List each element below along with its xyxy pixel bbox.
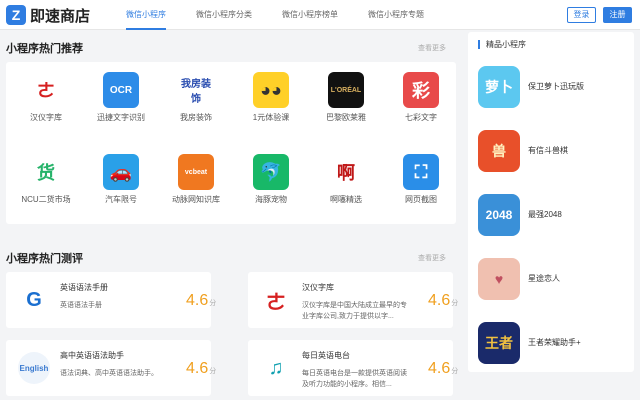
- app-name: 啊噻精选: [330, 195, 362, 204]
- dolphin-icon: 🐬: [253, 154, 289, 190]
- review-score: 4.6分: [428, 292, 458, 310]
- hot-see-more-link[interactable]: 查看更多: [418, 43, 446, 53]
- nav-tab-topics[interactable]: 微信小程序专题: [368, 0, 424, 30]
- score-value: 4.6: [186, 360, 209, 377]
- featured-item[interactable]: 王者 王者荣耀助手+: [478, 322, 628, 366]
- app-item[interactable]: 🐬 海豚宠物: [236, 154, 306, 205]
- review-card[interactable]: ㄜ 汉仪字库汉仪字库是中国大陆成立最早的专业字库公司,致力于提供以字... 4.6分: [248, 272, 458, 328]
- review-description: 英语语法手册: [60, 302, 102, 309]
- hot-section-title: 小程序热门推荐: [6, 43, 83, 55]
- app-name: 我房装饰: [180, 113, 212, 122]
- app-name: 网页截图: [405, 195, 437, 204]
- review-title: 每日英语电台: [302, 351, 350, 360]
- app-item[interactable]: OCR 迅捷文字识别: [86, 72, 156, 123]
- app-name: 巴黎欧莱雅: [326, 113, 366, 122]
- animal-chess-icon: 兽: [478, 130, 520, 172]
- grammar-g-icon: G: [18, 284, 50, 316]
- 2048-icon: 2048: [478, 194, 520, 236]
- review-score: 4.6分: [428, 360, 458, 378]
- carrot-game-icon: 萝卜: [478, 66, 520, 108]
- app-name: 七彩文字: [405, 113, 437, 122]
- featured-item[interactable]: 萝卜 保卫萝卜迅玩版: [478, 66, 628, 110]
- score-value: 4.6: [428, 360, 451, 377]
- review-see-more-link[interactable]: 查看更多: [418, 253, 446, 263]
- ncu-market-icon: 货: [28, 154, 64, 190]
- featured-item-name: 保卫萝卜迅玩版: [528, 82, 584, 91]
- wofang-logo-icon: 我房装饰: [178, 72, 214, 108]
- nav-tab-miniprogram[interactable]: 微信小程序: [126, 0, 166, 30]
- headphones-icon: ♫: [260, 352, 292, 384]
- score-value: 4.6: [428, 292, 451, 309]
- review-score: 4.6分: [186, 292, 216, 310]
- logo-text: 即速商店: [30, 7, 91, 25]
- app-item[interactable]: ㄜ汉仪字库: [11, 72, 81, 123]
- review-title: 高中英语语法助手: [60, 351, 124, 360]
- app-name: NCU二货市场: [21, 195, 71, 204]
- score-unit: 分: [451, 368, 459, 375]
- featured-item-name: 最强2048: [528, 210, 562, 219]
- qicai-logo-icon: 彩: [403, 72, 439, 108]
- review-score: 4.6分: [186, 360, 216, 378]
- review-description: 语法词典、高中英语语法助手。: [60, 370, 158, 377]
- logo-mark-icon: Z: [6, 5, 26, 25]
- ocr-eye-icon: OCR: [103, 72, 139, 108]
- app-item[interactable]: 彩七彩文字: [386, 72, 456, 123]
- review-section-title: 小程序热门测评: [6, 253, 83, 265]
- review-description: 每日英语电台是一款提供英语阅读及听力功能的小程序。相信...: [302, 370, 407, 388]
- score-unit: 分: [451, 300, 459, 307]
- featured-item[interactable]: ♥ 星途恋人: [478, 258, 628, 302]
- score-value: 4.6: [186, 292, 209, 309]
- score-unit: 分: [209, 300, 217, 307]
- hanyi-logo-icon: ㄜ: [260, 284, 292, 316]
- app-item[interactable]: 货 NCU二货市场: [11, 154, 81, 205]
- review-card[interactable]: English 高中英语语法助手语法词典、高中英语语法助手。 4.6分: [6, 340, 216, 396]
- app-item[interactable]: L'ORÉAL 巴黎欧莱雅: [311, 72, 381, 123]
- honor-of-kings-icon: 王者: [478, 322, 520, 364]
- login-button[interactable]: 登录: [567, 7, 596, 23]
- review-title: 汉仪字库: [302, 283, 334, 292]
- main-nav: 微信小程序 微信小程序分类 微信小程序榜单 微信小程序专题: [126, 0, 454, 30]
- asai-logo-icon: 啊: [328, 154, 364, 190]
- car-restriction-icon: 🚗: [103, 154, 139, 190]
- featured-item[interactable]: 2048 最强2048: [478, 194, 628, 238]
- featured-item-name: 有信斗兽棋: [528, 146, 568, 155]
- app-item[interactable]: 我房装饰 我房装饰: [161, 72, 231, 123]
- app-item[interactable]: ◕◕ 1元体验课: [236, 72, 306, 123]
- featured-item[interactable]: 兽有信斗兽棋: [478, 130, 628, 174]
- featured-item-name: 王者荣耀助手+: [528, 338, 581, 347]
- vcbeat-logo-icon: vcbeat: [178, 154, 214, 190]
- hot-apps-panel: ㄜ汉仪字库 OCR 迅捷文字识别 我房装饰 我房装饰 ◕◕ 1元体验课 L'ORÉAL 巴黎欧莱…: [6, 62, 456, 224]
- app-item[interactable]: 🚗 汽车限号: [86, 154, 156, 205]
- featured-item-name: 星途恋人: [528, 274, 560, 283]
- app-item[interactable]: ⛶ 网页截图: [386, 154, 456, 205]
- review-title: 英语语法手册: [60, 283, 108, 292]
- register-button[interactable]: 注册: [603, 7, 632, 23]
- review-description: 汉仪字库是中国大陆成立最早的专业字库公司,致力于提供以字...: [302, 302, 407, 320]
- site-logo[interactable]: Z 即速商店: [6, 5, 90, 25]
- review-card[interactable]: G 英语语法手册 英语语法手册 4.6分: [6, 272, 216, 328]
- star-lover-icon: ♥: [478, 258, 520, 300]
- app-name: 汽车限号: [105, 195, 137, 204]
- yellow-chick-icon: ◕◕: [253, 72, 289, 108]
- app-name: 动脉网知识库: [172, 195, 220, 204]
- app-name: 海豚宠物: [255, 195, 287, 204]
- sidebar-title: 精品小程序: [478, 40, 526, 49]
- app-name: 汉仪字库: [30, 113, 62, 122]
- app-item[interactable]: 啊啊噻精选: [311, 154, 381, 205]
- top-header: Z 即速商店 微信小程序 微信小程序分类 微信小程序榜单 微信小程序专题 登录 …: [0, 0, 640, 30]
- app-item[interactable]: vcbeat 动脉网知识库: [161, 154, 231, 205]
- hanyi-logo-icon: ㄜ: [28, 72, 64, 108]
- featured-sidebar: 精品小程序 萝卜 保卫萝卜迅玩版兽有信斗兽棋 2048 最强2048 ♥ 星途恋人 王者 王者…: [468, 32, 634, 372]
- nav-tab-ranking[interactable]: 微信小程序榜单: [282, 0, 338, 30]
- app-name: 1元体验课: [252, 113, 290, 122]
- screenshot-icon: ⛶: [403, 154, 439, 190]
- english-icon: English: [18, 352, 50, 384]
- score-unit: 分: [209, 368, 217, 375]
- nav-tab-category[interactable]: 微信小程序分类: [196, 0, 252, 30]
- app-name: 迅捷文字识别: [97, 113, 145, 122]
- loreal-logo-icon: L'ORÉAL: [328, 72, 364, 108]
- review-card[interactable]: ♫ 每日英语电台每日英语电台是一款提供英语阅读及听力功能的小程序。相信... 4.6…: [248, 340, 458, 396]
